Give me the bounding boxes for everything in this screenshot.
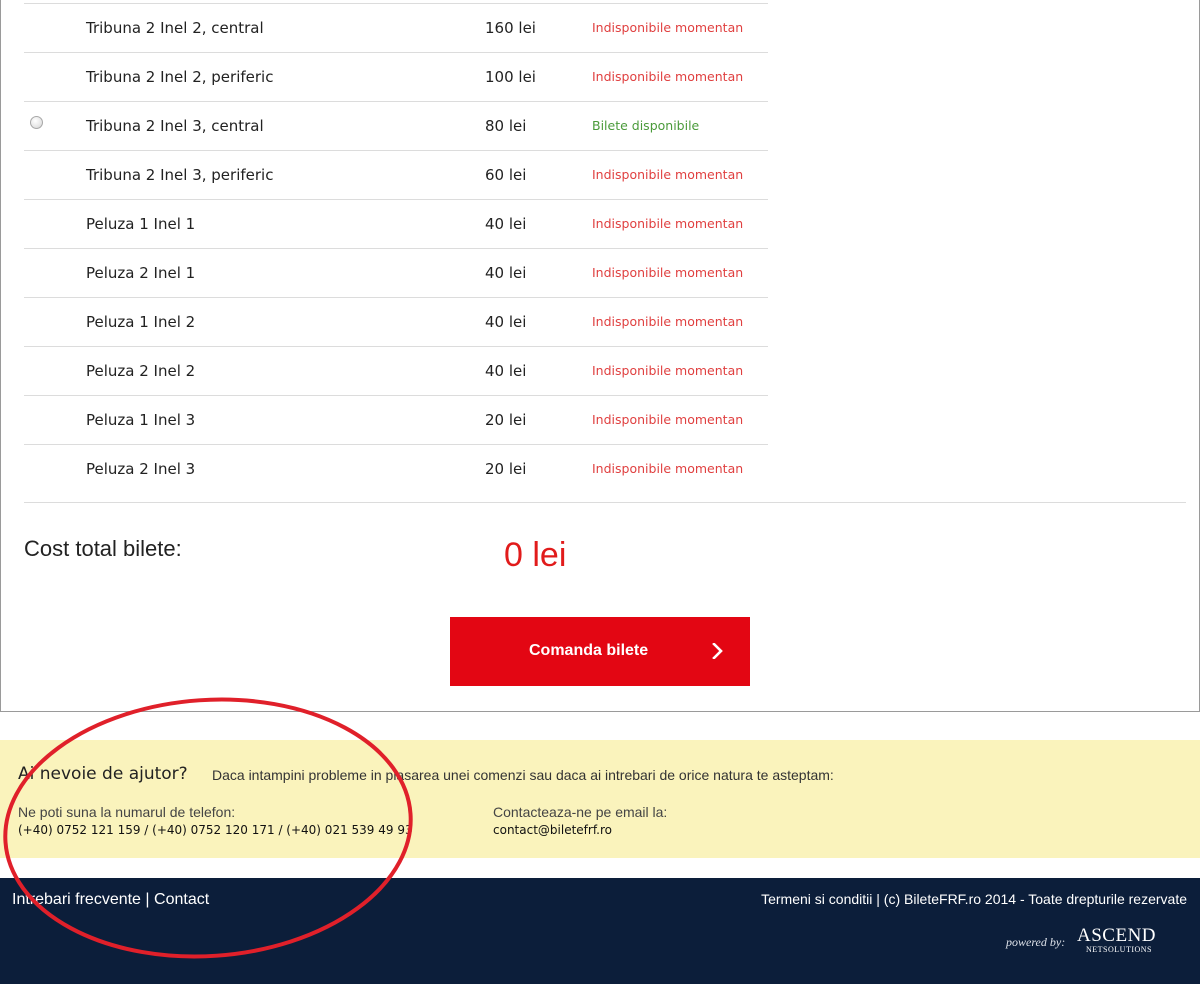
total-cost-value: 0 lei	[504, 536, 567, 574]
ticket-table: Tribuna 2 Inel 2, central 160 lei Indispon…	[24, 3, 768, 493]
order-tickets-label: Comanda bilete	[529, 642, 649, 659]
ticket-row: Tribuna 2 Inel 2, central 160 lei Indispon…	[24, 3, 768, 52]
ticket-availability-status: Bilete disponibile	[592, 118, 700, 133]
help-title: Ai nevoie de ajutor?	[18, 764, 188, 784]
ticket-price: 100 lei	[485, 68, 536, 86]
footer-separator: |	[145, 891, 150, 908]
phone-label: Ne poti suna la numarul de telefon:	[18, 804, 236, 820]
ticket-price: 40 lei	[485, 313, 527, 331]
help-description: Daca intampini probleme in plasarea unei…	[212, 767, 834, 783]
ticket-category: Tribuna 2 Inel 2, central	[86, 19, 264, 37]
ticket-row: Tribuna 2 Inel 3, periferic 60 lei Indispo…	[24, 150, 768, 199]
contact-email[interactable]: contact@biletefrf.ro	[493, 823, 612, 837]
ticket-row: Peluza 2 Inel 1 40 lei Indisponibile momen…	[24, 248, 768, 297]
contact-link[interactable]: Contact	[154, 891, 209, 908]
ticket-radio-button[interactable]	[30, 116, 43, 129]
powered-by-label: powered by:	[1006, 935, 1066, 949]
ticket-price: 80 lei	[485, 117, 527, 135]
ticket-availability-status: Indisponibile momentan	[592, 363, 744, 378]
ticket-row: Peluza 2 Inel 2 40 lei Indisponibile momen…	[24, 346, 768, 395]
ticket-row: Peluza 1 Inel 1 40 lei Indisponibile momen…	[24, 199, 768, 248]
footer: Intrebari frecvente | Contact Termeni si…	[0, 878, 1200, 984]
logo-main-text: ASCEND	[1077, 925, 1157, 946]
ticket-category: Tribuna 2 Inel 3, periferic	[86, 166, 274, 184]
chevron-right-icon	[712, 642, 724, 664]
ticket-availability-status: Indisponibile momentan	[592, 69, 744, 84]
ticket-price: 40 lei	[485, 264, 527, 282]
logo-sub-text: NETSOLUTIONS	[1086, 945, 1152, 954]
ticket-category: Peluza 1 Inel 2	[86, 313, 196, 331]
ticket-row: Peluza 1 Inel 3 20 lei Indisponibile momen…	[24, 395, 768, 444]
ticket-availability-status: Indisponibile momentan	[592, 167, 744, 182]
help-section: Ai nevoie de ajutor? Daca intampini prob…	[0, 740, 1200, 858]
ticket-category: Peluza 2 Inel 1	[86, 264, 196, 282]
ticket-availability-status: Indisponibile momentan	[592, 20, 744, 35]
ticket-price: 20 lei	[485, 411, 527, 429]
total-cost-label: Cost total bilete:	[24, 536, 182, 561]
ticket-price: 40 lei	[485, 215, 527, 233]
divider	[24, 502, 1186, 503]
ticket-category: Peluza 2 Inel 2	[86, 362, 196, 380]
ticket-category: Peluza 1 Inel 3	[86, 411, 196, 429]
ticket-price: 60 lei	[485, 166, 527, 184]
order-tickets-button[interactable]: Comanda bilete	[450, 617, 750, 686]
ticket-availability-status: Indisponibile momentan	[592, 216, 744, 231]
ticket-availability-status: Indisponibile momentan	[592, 412, 744, 427]
email-label: Contacteaza-ne pe email la:	[493, 804, 668, 820]
ticket-price: 20 lei	[485, 460, 527, 478]
ticket-category: Tribuna 2 Inel 2, periferic	[86, 68, 274, 86]
copyright-text[interactable]: Termeni si conditii | (c) BileteFRF.ro 2…	[761, 891, 1187, 907]
ticket-category: Peluza 2 Inel 3	[86, 460, 196, 478]
ticket-price: 160 lei	[485, 19, 536, 37]
ticket-row: Tribuna 2 Inel 2, periferic 100 lei Indisp…	[24, 52, 768, 101]
ticket-category: Tribuna 2 Inel 3, central	[86, 117, 264, 135]
ascend-logo[interactable]: ASCEND NETSOLUTIONS	[1077, 926, 1156, 954]
ticket-availability-status: Indisponibile momentan	[592, 461, 744, 476]
ticket-price: 40 lei	[485, 362, 527, 380]
ticket-row: Peluza 2 Inel 3 20 lei Indisponibile momen…	[24, 444, 768, 493]
ticket-category: Peluza 1 Inel 1	[86, 215, 196, 233]
ticket-availability-status: Indisponibile momentan	[592, 265, 744, 280]
phone-numbers: (+40) 0752 121 159 / (+40) 0752 120 171 …	[18, 823, 413, 837]
footer-links: Intrebari frecvente | Contact	[12, 891, 209, 909]
faq-link[interactable]: Intrebari frecvente	[12, 891, 141, 908]
ticket-availability-status: Indisponibile momentan	[592, 314, 744, 329]
ticket-row[interactable]: Tribuna 2 Inel 3, central 80 lei Bilete di…	[24, 101, 768, 150]
ticket-row: Peluza 1 Inel 2 40 lei Indisponibile momen…	[24, 297, 768, 346]
